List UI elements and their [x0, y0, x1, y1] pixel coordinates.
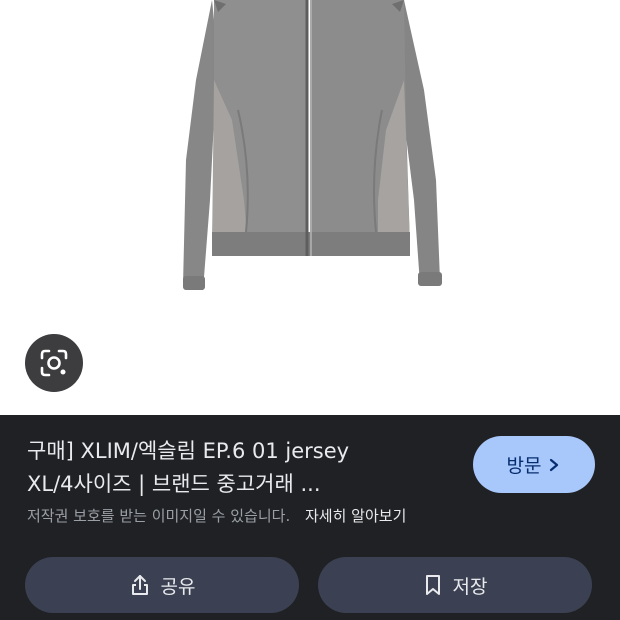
- google-lens-icon: [40, 349, 68, 377]
- chevron-right-icon: [550, 458, 559, 471]
- visit-button-label: 방문: [506, 455, 542, 477]
- bookmark-icon: [425, 575, 440, 595]
- share-button-label: 공유: [160, 575, 196, 598]
- share-button[interactable]: 공유: [25, 557, 299, 613]
- image-area: [0, 0, 620, 415]
- product-image[interactable]: [0, 0, 620, 415]
- google-lens-button[interactable]: [25, 334, 83, 392]
- product-title[interactable]: 구매] XLIM/엑슬림 EP.6 01 jersey XL/4사이즈 | 브랜…: [27, 435, 457, 501]
- learn-more-link[interactable]: 자세히 알아보기: [305, 507, 406, 525]
- save-button[interactable]: 저장: [318, 557, 592, 613]
- image-info-panel: 구매] XLIM/엑슬림 EP.6 01 jersey XL/4사이즈 | 브랜…: [0, 415, 620, 620]
- save-button-label: 저장: [452, 575, 488, 598]
- image-viewer: 구매] XLIM/엑슬림 EP.6 01 jersey XL/4사이즈 | 브랜…: [0, 0, 620, 620]
- visit-button[interactable]: 방문: [473, 436, 595, 493]
- copyright-notice-row: 저작권 보호를 받는 이미지일 수 있습니다. 자세히 알아보기: [27, 505, 406, 527]
- copyright-notice: 저작권 보호를 받는 이미지일 수 있습니다.: [27, 507, 291, 525]
- share-icon: [131, 575, 148, 595]
